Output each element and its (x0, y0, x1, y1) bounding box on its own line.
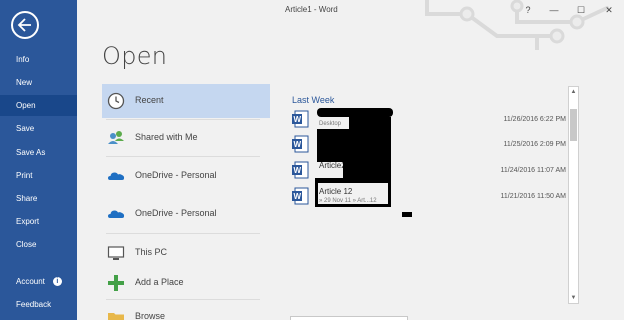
svg-text:W: W (294, 192, 302, 201)
page-title: Open (102, 42, 168, 70)
nav-print[interactable]: Print (0, 165, 77, 186)
nav-feedback[interactable]: Feedback (0, 294, 77, 315)
file-path: Desktop (319, 121, 342, 127)
onedrive-icon (108, 210, 125, 218)
back-button[interactable] (11, 11, 39, 39)
nav-open[interactable]: Open (0, 95, 77, 116)
redaction-mark (317, 108, 393, 117)
place-shared-with-me[interactable]: Shared with Me (102, 121, 270, 155)
scroll-thumb[interactable] (570, 109, 577, 141)
redaction-mark (349, 117, 391, 129)
redaction-mark (317, 129, 391, 162)
maximize-button[interactable]: ☐ (571, 2, 591, 18)
nav-account-label: Account (16, 277, 45, 286)
word-document-icon: W (292, 161, 309, 179)
svg-text:W: W (294, 115, 302, 124)
redaction-mark (402, 212, 412, 217)
svg-text:W: W (294, 140, 302, 149)
place-label: Shared with Me (135, 132, 198, 142)
scroll-up-arrow-icon[interactable]: ▲ (569, 87, 578, 97)
plus-icon (108, 275, 124, 291)
minimize-button[interactable]: — (544, 2, 564, 18)
place-onedrive-1[interactable]: OneDrive - Personal (102, 159, 270, 193)
place-recent[interactable]: Recent (102, 84, 270, 118)
file-modified-date: 11/21/2016 11:50 AM (500, 193, 566, 200)
file-modified-date: 11/26/2016 6:22 PM (503, 116, 566, 123)
backstage-nav: Info New Open Save Save As Print Share E… (0, 0, 77, 320)
nav-export[interactable]: Export (0, 211, 77, 232)
place-label: Recent (135, 95, 164, 105)
word-document-icon: W (292, 187, 309, 205)
window-title: Article1 - Word (285, 5, 338, 14)
place-add-a-place[interactable]: Add a Place (102, 266, 270, 300)
recent-group-heading: Last Week (292, 95, 335, 105)
place-onedrive-2[interactable]: OneDrive - Personal (102, 197, 270, 231)
divider (106, 119, 260, 120)
clock-icon (107, 92, 125, 110)
nav-info[interactable]: Info (0, 49, 77, 70)
redaction-mark (343, 162, 391, 178)
divider (106, 156, 260, 157)
svg-text:W: W (294, 166, 302, 175)
nav-save-as[interactable]: Save As (0, 142, 77, 163)
info-icon: i (52, 277, 62, 287)
folder-icon (108, 313, 124, 320)
close-window-button[interactable]: ✕ (599, 2, 619, 18)
place-label: OneDrive - Personal (135, 208, 217, 218)
back-arrow-icon (17, 18, 31, 32)
place-label: This PC (135, 247, 168, 257)
word-document-icon: W (292, 110, 309, 128)
file-name: Article2 (319, 161, 346, 170)
onedrive-icon (108, 172, 125, 180)
nav-account[interactable]: Account i (0, 271, 77, 292)
word-document-icon: W (292, 135, 309, 153)
file-list-scrollbar[interactable]: ▲ ▼ (568, 86, 579, 304)
file-modified-date: 11/24/2016 11:07 AM (500, 167, 566, 174)
divider (106, 233, 260, 234)
nav-new[interactable]: New (0, 72, 77, 93)
place-browse[interactable]: Browse (102, 300, 270, 320)
nav-save[interactable]: Save (0, 118, 77, 139)
title-bar: Article1 - Word ? — ☐ ✕ (77, 0, 624, 50)
redaction-mark (315, 178, 391, 183)
place-label: OneDrive - Personal (135, 170, 217, 180)
place-label: Browse (135, 311, 166, 320)
nav-share[interactable]: Share (0, 188, 77, 209)
file-name: Article 12 (319, 187, 353, 196)
nav-close[interactable]: Close (0, 234, 77, 255)
redaction-mark (315, 204, 391, 207)
place-label: Add a Place (135, 277, 184, 287)
help-button[interactable]: ? (518, 2, 538, 18)
place-this-pc[interactable]: This PC (102, 236, 270, 270)
people-icon (108, 131, 124, 144)
computer-icon (107, 246, 125, 260)
scroll-down-arrow-icon[interactable]: ▼ (569, 293, 578, 303)
pane-footer (290, 316, 408, 320)
file-modified-date: 11/25/2016 2:09 PM (503, 141, 566, 148)
